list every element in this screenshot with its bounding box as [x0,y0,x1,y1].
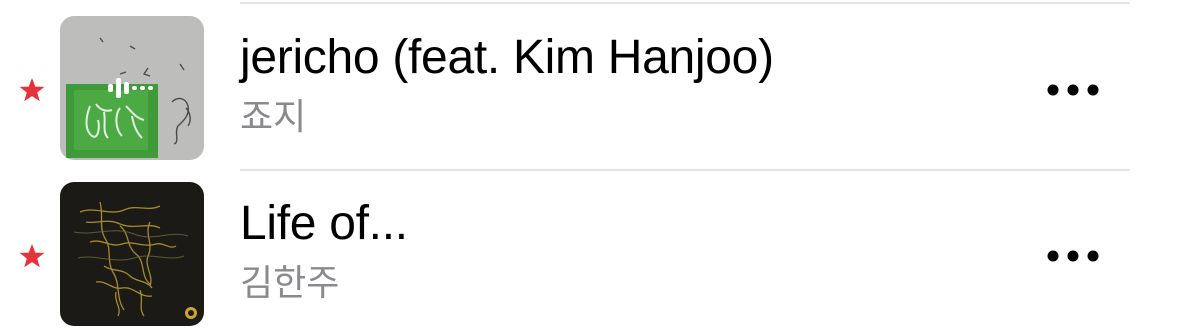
song-row[interactable]: Life of... 김한주 [0,180,1178,330]
song-title: Life of... [240,197,408,250]
favorite-star-icon [19,78,45,102]
row-divider [240,2,1130,4]
favorite-star-icon [19,244,45,268]
song-artist: 죠지 [240,97,307,138]
song-artist: 김한주 [240,263,340,304]
more-options-button[interactable] [1040,70,1106,110]
album-artwork[interactable] [60,182,204,326]
row-divider [240,169,1130,171]
album-artwork[interactable] [60,16,204,160]
song-title: jericho (feat. Kim Hanjoo) [240,31,774,84]
ellipsis-icon [1047,84,1099,96]
ellipsis-icon [1047,250,1099,262]
more-options-button[interactable] [1040,236,1106,276]
song-row[interactable]: jericho (feat. Kim Hanjoo) 죠지 [0,14,1178,164]
